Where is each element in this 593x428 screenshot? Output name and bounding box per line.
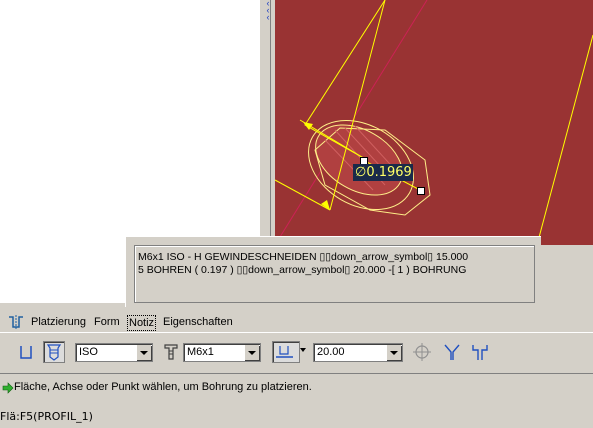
depth-option-button[interactable] bbox=[272, 341, 300, 363]
status-message: Fläche, Achse oder Punkt wählen, um Bohr… bbox=[14, 381, 312, 393]
graphics-viewport[interactable]: ∅0.1969 bbox=[275, 0, 593, 245]
hole-preview-geometry bbox=[275, 0, 593, 245]
tab-shape[interactable]: Form bbox=[93, 315, 121, 329]
chevron-down-icon[interactable] bbox=[136, 345, 151, 360]
depth-value: 20.00 bbox=[317, 346, 345, 358]
footer-bar: Flä:F5(PROFIL_1) bbox=[0, 402, 593, 428]
divider bbox=[0, 332, 593, 333]
depth-value-select[interactable]: 20.00 bbox=[313, 343, 403, 362]
chevron-down-icon[interactable] bbox=[244, 345, 259, 360]
tab-note[interactable]: Notiz bbox=[127, 315, 157, 331]
reference-edge-line bbox=[536, 34, 593, 245]
message-area: Fläche, Achse oder Punkt wählen, um Bohr… bbox=[0, 373, 593, 403]
counterbore-icon[interactable] bbox=[470, 342, 490, 362]
screw-size-value: M6x1 bbox=[187, 346, 214, 358]
hole-feature-icon bbox=[9, 315, 23, 329]
countersink-icon[interactable] bbox=[442, 342, 462, 362]
tab-properties[interactable]: Eigenschaften bbox=[162, 315, 234, 329]
standard-hole-button[interactable] bbox=[43, 341, 65, 363]
dashboard-tab-bar: Platzierung Form Notiz Eigenschaften bbox=[0, 312, 593, 332]
diameter-dimension[interactable]: ∅0.1969 bbox=[353, 164, 413, 181]
hole-axis-line bbox=[275, 0, 428, 245]
note-line-1: M6x1 ISO - H GEWINDESCHNEIDEN ▯▯down_arr… bbox=[138, 251, 469, 263]
thread-standard-select[interactable]: ISO bbox=[75, 343, 153, 362]
hole-inner-edge bbox=[315, 124, 403, 196]
screw-size-icon bbox=[164, 344, 178, 360]
hole-dashboard-toolbar: ISO M6x1 20.00 bbox=[0, 336, 593, 366]
simple-hole-icon[interactable] bbox=[16, 342, 36, 362]
note-text-area[interactable]: M6x1 ISO - H GEWINDESCHNEIDEN ▯▯down_arr… bbox=[134, 245, 535, 303]
threaded-hole-icon bbox=[46, 344, 62, 361]
tab-placement[interactable]: Platzierung bbox=[30, 315, 87, 329]
crosshair-icon[interactable] bbox=[412, 342, 432, 362]
thread-standard-value: ISO bbox=[79, 346, 98, 358]
drag-handle[interactable] bbox=[417, 187, 425, 195]
diameter-icon: ∅ bbox=[355, 165, 367, 180]
note-panel: M6x1 ISO - H GEWINDESCHNEIDEN ▯▯down_arr… bbox=[125, 236, 541, 307]
chevron-down-icon[interactable] bbox=[386, 345, 401, 360]
chevron-down-icon[interactable] bbox=[300, 348, 306, 352]
arrow-right-icon bbox=[2, 382, 14, 394]
selection-filter-text: Flä:F5(PROFIL_1) bbox=[0, 410, 93, 423]
screw-size-select[interactable]: M6x1 bbox=[183, 343, 261, 362]
note-line-2: 5 BOHREN ( 0.197 ) ▯▯down_arrow_symbol▯ … bbox=[138, 264, 467, 276]
blind-depth-icon bbox=[276, 346, 293, 358]
dimension-value: 0.1969 bbox=[366, 165, 412, 180]
dimension-arrowhead bbox=[321, 200, 330, 210]
